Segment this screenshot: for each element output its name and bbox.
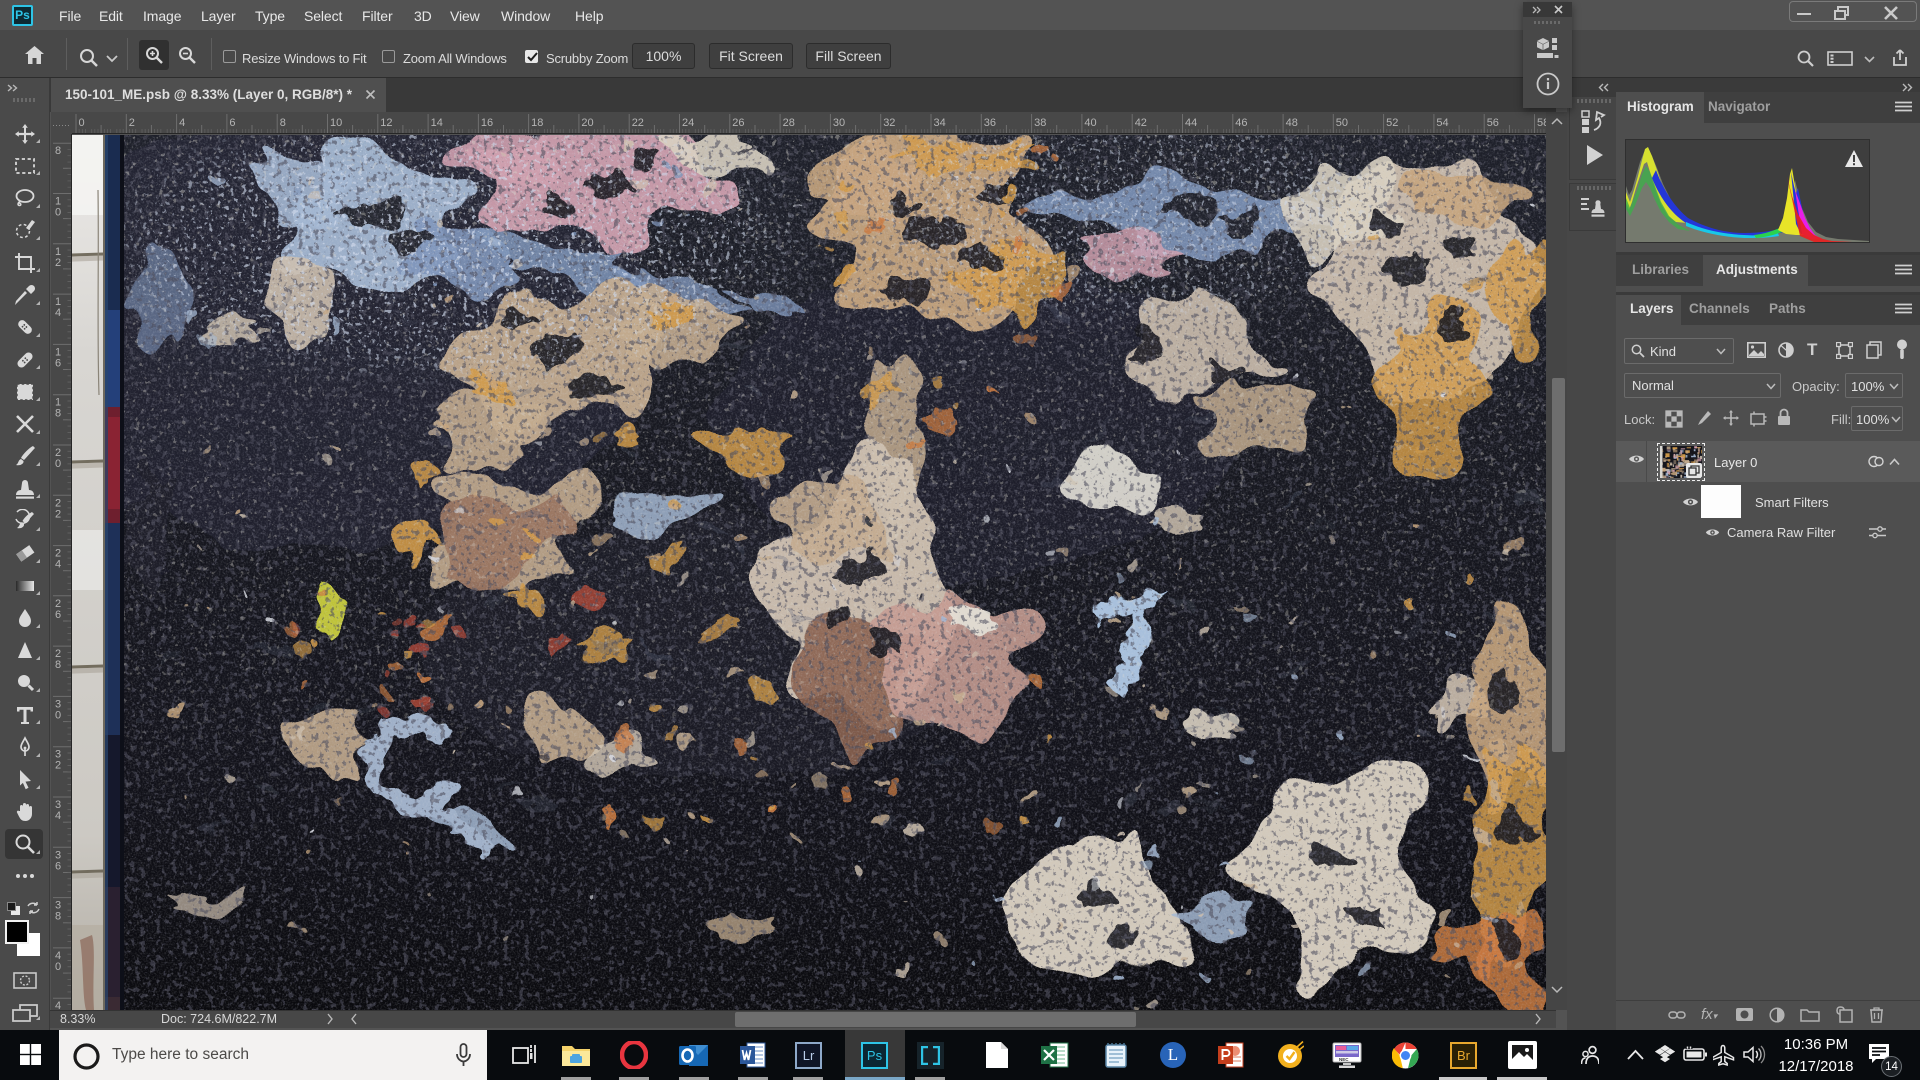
svg-text:0: 0 — [55, 961, 61, 973]
svg-text:38: 38 — [1034, 117, 1046, 129]
svg-text:0: 0 — [55, 709, 61, 721]
svg-text:56: 56 — [1487, 117, 1499, 129]
svg-text:52: 52 — [1386, 117, 1398, 129]
svg-text:4: 4 — [55, 307, 61, 319]
svg-text:8: 8 — [55, 911, 61, 923]
svg-text:44: 44 — [1185, 117, 1197, 129]
svg-text:6: 6 — [55, 357, 61, 369]
svg-text:2: 2 — [55, 508, 61, 520]
svg-text:4: 4 — [55, 559, 61, 571]
svg-text:0: 0 — [55, 207, 61, 219]
svg-text:46: 46 — [1235, 117, 1247, 129]
svg-text:0: 0 — [55, 458, 61, 470]
svg-text:8: 8 — [55, 145, 61, 157]
svg-text:42: 42 — [1135, 117, 1147, 129]
svg-text:36: 36 — [984, 117, 996, 129]
svg-text:6: 6 — [55, 609, 61, 621]
svg-text:4: 4 — [55, 810, 61, 822]
svg-text:2: 2 — [129, 117, 135, 129]
svg-text:28: 28 — [783, 117, 795, 129]
svg-text:0: 0 — [79, 117, 85, 129]
svg-text:16: 16 — [481, 117, 493, 129]
svg-text:12: 12 — [380, 117, 392, 129]
svg-text:40: 40 — [1084, 117, 1096, 129]
svg-text:4: 4 — [179, 117, 185, 129]
svg-text:8: 8 — [55, 659, 61, 671]
svg-text:18: 18 — [531, 117, 543, 129]
svg-text:2: 2 — [55, 257, 61, 269]
svg-text:2: 2 — [55, 760, 61, 772]
svg-text:14: 14 — [431, 117, 443, 129]
svg-text:8: 8 — [55, 408, 61, 420]
svg-text:30: 30 — [833, 117, 845, 129]
svg-text:26: 26 — [732, 117, 744, 129]
svg-text:34: 34 — [934, 117, 946, 129]
svg-text:24: 24 — [682, 117, 694, 129]
svg-text:50: 50 — [1336, 117, 1348, 129]
svg-text:32: 32 — [883, 117, 895, 129]
svg-text:8: 8 — [280, 117, 286, 129]
svg-text:NEC: NEC — [1339, 1057, 1349, 1062]
svg-text:22: 22 — [632, 117, 644, 129]
svg-text:4: 4 — [55, 1000, 61, 1010]
svg-text:10: 10 — [330, 117, 342, 129]
svg-text:6: 6 — [55, 860, 61, 872]
svg-text:6: 6 — [229, 117, 235, 129]
svg-text:48: 48 — [1286, 117, 1298, 129]
svg-text:20: 20 — [581, 117, 593, 129]
svg-text:54: 54 — [1436, 117, 1448, 129]
